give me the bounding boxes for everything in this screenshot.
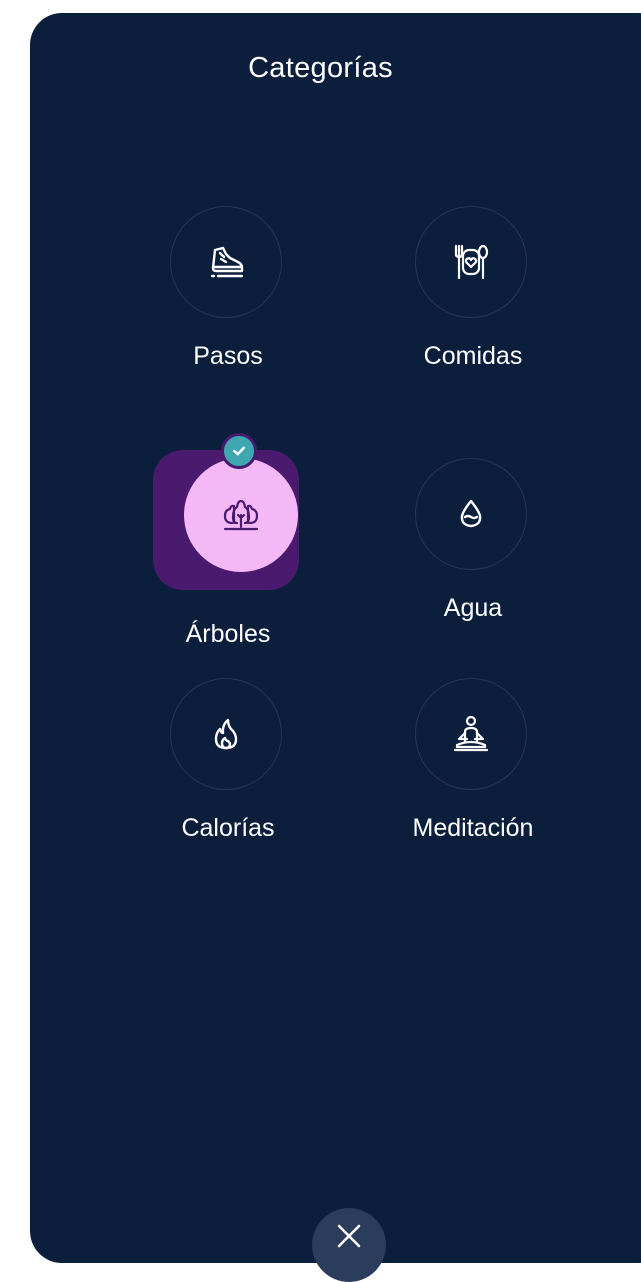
plate-cutlery-icon bbox=[454, 244, 489, 280]
flame-icon bbox=[214, 718, 238, 750]
category-pasos-button[interactable] bbox=[170, 206, 282, 318]
category-label: Comidas bbox=[423, 342, 523, 370]
close-icon bbox=[337, 1224, 361, 1248]
category-agua[interactable]: Agua bbox=[383, 458, 563, 648]
category-agua-button[interactable] bbox=[415, 458, 527, 570]
selected-check-icon bbox=[221, 433, 257, 469]
category-meditacion-button[interactable] bbox=[415, 678, 527, 790]
water-drop-icon bbox=[460, 499, 482, 528]
category-label: Árboles bbox=[185, 620, 271, 648]
category-arboles[interactable]: Árboles bbox=[153, 433, 348, 662]
category-label: Agua bbox=[443, 594, 503, 622]
category-comidas[interactable]: Comidas bbox=[383, 206, 563, 396]
close-button[interactable] bbox=[312, 1208, 386, 1282]
category-comidas-button[interactable] bbox=[415, 206, 527, 318]
category-meditacion[interactable]: Meditación bbox=[383, 678, 563, 868]
category-label: Calorías bbox=[181, 814, 275, 842]
meditation-icon bbox=[453, 715, 489, 752]
category-calorias[interactable]: Calorías bbox=[138, 678, 318, 868]
category-pasos[interactable]: Pasos bbox=[138, 206, 318, 396]
shoe-icon bbox=[210, 246, 244, 278]
trees-icon bbox=[223, 499, 259, 531]
category-label: Pasos bbox=[193, 342, 263, 370]
category-label: Meditación bbox=[412, 814, 534, 842]
page-title: Categorías bbox=[248, 52, 393, 84]
category-calorias-button[interactable] bbox=[170, 678, 282, 790]
category-arboles-button[interactable] bbox=[184, 458, 298, 572]
